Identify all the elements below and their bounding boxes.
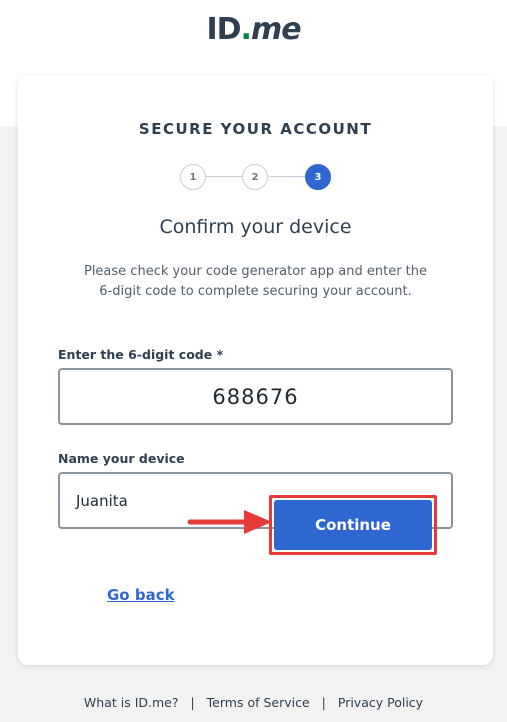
- terms-of-service-link[interactable]: Terms of Service: [207, 695, 310, 710]
- continue-button[interactable]: Continue: [274, 500, 432, 550]
- privacy-policy-link[interactable]: Privacy Policy: [338, 695, 423, 710]
- step-2: 2: [242, 164, 268, 190]
- go-back-link[interactable]: Go back: [107, 586, 175, 604]
- step-3-active: 3: [305, 164, 331, 190]
- section-title: Confirm your device: [159, 216, 352, 238]
- code-input[interactable]: 688676: [58, 368, 453, 425]
- page-heading: SECURE YOUR ACCOUNT: [138, 120, 373, 138]
- footer-links: What is ID.me? | Terms of Service | Priv…: [0, 695, 507, 710]
- secure-account-card: SECURE YOUR ACCOUNT 1 2 3 Confirm your d…: [18, 75, 493, 665]
- device-name-label: Name your device: [58, 451, 185, 466]
- step-connector: [269, 176, 306, 177]
- footer-separator: |: [321, 695, 326, 710]
- step-connector: [206, 176, 243, 177]
- red-arrow-icon: [187, 510, 272, 534]
- code-label: Enter the 6-digit code *: [58, 347, 224, 362]
- what-is-idme-link[interactable]: What is ID.me?: [84, 695, 179, 710]
- footer-separator: |: [190, 695, 195, 710]
- progress-stepper: 1 2 3: [180, 164, 331, 190]
- instructions-text: Please check your code generator app and…: [83, 264, 428, 299]
- step-1: 1: [180, 164, 206, 190]
- idme-logo: ID.me: [206, 12, 301, 47]
